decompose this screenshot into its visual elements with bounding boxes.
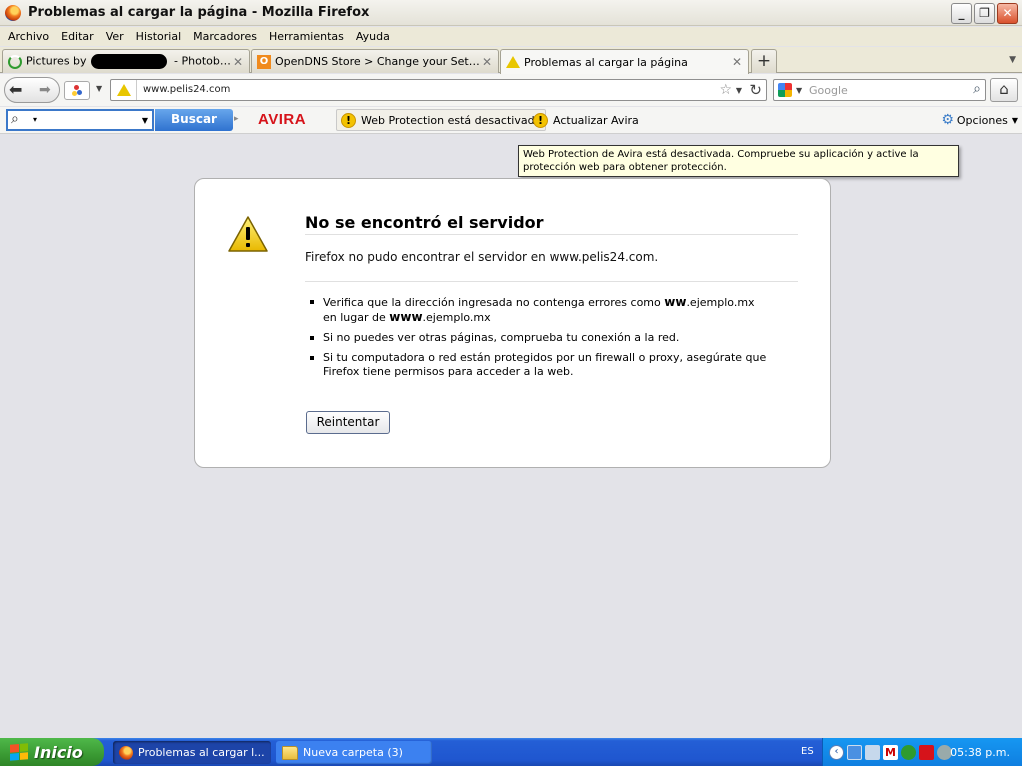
search-placeholder[interactable]: Google [809,84,848,97]
reload-icon[interactable]: ↻ [749,81,762,99]
search-box[interactable]: ▼ Google ⌕ [773,79,986,101]
taskbar-item-firefox[interactable]: Problemas al cargar l... [113,741,271,764]
menu-ayuda[interactable]: Ayuda [350,30,396,43]
warning-circle-icon: ! [533,112,548,128]
firefox-icon [5,4,21,21]
divider [305,281,798,282]
tab-close-icon[interactable]: ✕ [231,55,245,69]
menu-ver[interactable]: Ver [100,30,130,43]
url-warning-icon [117,84,131,96]
tab-close-icon[interactable]: ✕ [730,55,744,69]
search-dropdown-icon[interactable]: ▾ [33,115,37,124]
gear-icon: ⚙ [941,112,954,128]
menu-historial[interactable]: Historial [130,30,187,43]
divider [305,234,798,235]
list-item: Verifica que la dirección ingresada no c… [305,295,775,325]
list-item: Si tu computadora o red están protegidos… [305,351,775,379]
chevron-down-icon: ▼ [1011,115,1018,125]
navigation-bar: ⬅ ➡ ▼ www.pelis24.com ☆ ▼ ↻ ▼ Google ⌕ ⌂ [0,74,1022,106]
options-menu[interactable]: ⚙ Opciones ▼ [941,112,1018,128]
tab-label: OpenDNS Store > Change your Settings ... [275,55,480,68]
avira-tray-icon[interactable] [919,744,934,760]
search-icon: ⌕ [11,111,19,127]
mail-icon[interactable]: M [883,744,898,760]
tray-expand-icon[interactable]: ‹ [829,744,844,760]
taskbar-item-label: Problemas al cargar l... [138,746,265,759]
menu-bar: Archivo Editar Ver Historial Marcadores … [0,27,1022,46]
avira-toolbar: ⌕ ▾ ▼ Buscar ▸ AVIRA ! Web Protection es… [0,107,1022,134]
warning-triangle-icon [228,216,268,252]
tab-opendns[interactable]: O OpenDNS Store > Change your Settings .… [251,49,499,73]
window-title: Problemas al cargar la página - Mozilla … [28,5,370,20]
tab-photobucket[interactable]: Pictures by - Photobucket ✕ [2,49,250,73]
tab-label-start: Pictures by [26,54,87,68]
avira-search-input[interactable]: ⌕ ▾ ▼ [6,109,154,131]
tab-label-end: - Photobucket [174,54,231,68]
back-arrow-icon[interactable]: ⬅ [9,81,22,99]
search-icon[interactable]: ⌕ [973,81,981,97]
title-bar: Problemas al cargar la página - Mozilla … [0,0,1022,26]
bookmark-star-icon[interactable]: ☆ [719,82,732,98]
redacted-text [90,54,167,69]
minimize-button[interactable]: _ [951,3,972,24]
history-dropdown-icon[interactable]: ▼ [96,84,102,93]
close-window-button[interactable]: ✕ [997,3,1018,24]
avira-logo[interactable]: AVIRA [258,111,306,128]
error-page: No se encontró el servidor Firefox no pu… [194,178,831,468]
clock[interactable]: 05:38 p.m. [950,746,1010,759]
url-bar[interactable]: www.pelis24.com ☆ ▼ ↻ [110,79,767,101]
network-icon[interactable] [847,744,862,760]
error-suggestions: Verifica que la dirección ingresada no c… [305,295,775,385]
back-forward-group: ⬅ ➡ [4,77,60,103]
menu-editar[interactable]: Editar [55,30,100,43]
tab-label: Problemas al cargar la página [524,55,688,69]
error-title: No se encontró el servidor [305,213,544,232]
url-dropdown-icon[interactable]: ▼ [736,86,742,95]
security-icon[interactable] [901,744,916,760]
avira-search-button[interactable]: Buscar [155,109,233,131]
warning-icon [506,55,520,69]
web-protection-label: Web Protection está desactivada [361,113,542,127]
system-tray: ES ‹ M 05:38 p.m. [801,738,1022,766]
firefox-icon [119,745,133,760]
menu-archivo[interactable]: Archivo [2,30,55,43]
toolbar-separator-arrow-icon: ▸ [234,114,239,124]
loading-spinner-icon [8,54,22,69]
forward-arrow-icon[interactable]: ➡ [39,82,51,98]
web-protection-button[interactable]: ! Web Protection está desactivada [336,109,547,131]
folder-icon [282,745,298,760]
update-avira-button[interactable]: ! Actualizar Avira [529,109,643,131]
menu-herramientas[interactable]: Herramientas [263,30,350,43]
retry-button[interactable]: Reintentar [306,411,390,434]
restore-button[interactable]: ❐ [974,3,995,24]
tab-problemas[interactable]: Problemas al cargar la página ✕ [500,49,749,74]
history-dropdown-icon[interactable]: ▼ [142,116,148,125]
display-icon[interactable] [865,744,880,760]
tab-list-chevron-icon[interactable]: ▼ [1009,55,1016,65]
google-icon[interactable] [778,83,792,97]
windows-logo-icon [10,743,28,761]
list-item: Si no puedes ver otras páginas, comprueb… [305,331,775,345]
home-icon[interactable]: ⌂ [990,78,1018,102]
error-description: Firefox no pudo encontrar el servidor en… [305,250,659,264]
taskbar-item-label: Nueva carpeta (3) [303,746,403,759]
tab-bar: Pictures by - Photobucket ✕ O OpenDNS St… [0,47,1022,74]
tab-close-icon[interactable]: ✕ [480,55,494,69]
options-label: Opciones [956,113,1008,127]
new-tab-button[interactable]: + [751,49,777,73]
start-label: Inicio [34,742,83,762]
taskbar-item-folder[interactable]: Nueva carpeta (3) [276,741,432,764]
language-indicator[interactable]: ES [801,746,814,757]
menu-marcadores[interactable]: Marcadores [187,30,263,43]
taskbar: Inicio Problemas al cargar l... Nueva ca… [0,738,1022,766]
warning-circle-icon: ! [341,112,356,128]
site-identity-button[interactable] [64,81,90,100]
update-avira-label: Actualizar Avira [553,113,639,127]
start-button[interactable]: Inicio [0,738,104,766]
web-protection-tooltip: Web Protection de Avira está desactivada… [518,145,959,177]
search-engine-dropdown-icon[interactable]: ▼ [796,86,802,95]
opendns-icon: O [257,54,271,69]
url-text[interactable]: www.pelis24.com [143,84,230,95]
